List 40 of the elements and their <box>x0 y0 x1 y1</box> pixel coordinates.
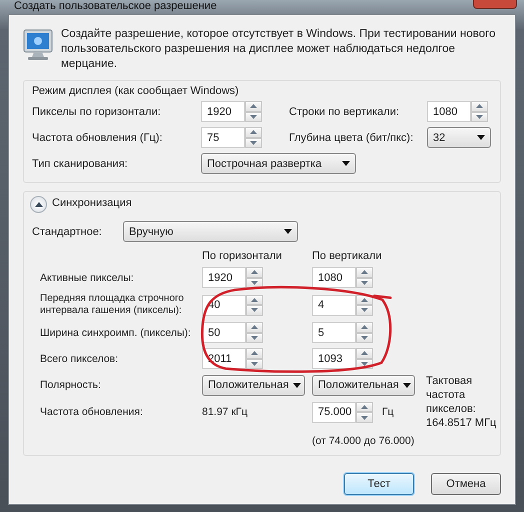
field-label: Частота обновления: <box>40 406 144 418</box>
dropdown[interactable]: 32 <box>427 127 491 148</box>
number-field[interactable]: 4 <box>312 294 356 316</box>
field-label: Пикселы по горизонтали: <box>32 106 162 118</box>
number-field[interactable]: 1920 <box>201 101 245 122</box>
number-field[interactable]: 1080 <box>427 101 471 122</box>
field-label: Стандартное: <box>32 226 103 238</box>
field-label: Полярность: <box>40 379 102 392</box>
field-label: Частота обновления (Гц): <box>32 132 164 144</box>
field-label: Строки по вертикали: <box>289 106 400 118</box>
number-field[interactable]: 50 <box>202 322 246 343</box>
column-header: По горизонтали <box>202 250 283 262</box>
window-title: Создать пользовательское разрешение <box>14 0 217 13</box>
field-label: Глубина цвета (бит/пкс): <box>289 132 414 144</box>
description-text: Создайте разрешение, которое отсутствует в Windows. При тестировании нового пользовательского разрешения на дисплее может наблюдаться недолгое мерцание. <box>61 27 496 72</box>
field-label: Передняя площадка строчного интервала гашения (пикселы): <box>40 293 185 317</box>
unit-label: Гц <box>382 406 394 418</box>
number-field[interactable]: 75 <box>201 127 245 148</box>
number-field[interactable]: 1093 <box>312 348 356 369</box>
value-text: 81.97 кГц <box>202 406 248 418</box>
field-label: Всего пикселов: <box>40 352 120 364</box>
column-header: По вертикали <box>312 250 383 262</box>
dropdown[interactable]: Положительная <box>312 374 415 396</box>
number-field[interactable]: 1920 <box>202 267 246 288</box>
dropdown[interactable]: Положительная <box>202 374 305 396</box>
number-field[interactable]: 5 <box>312 322 356 343</box>
field-label: Тактовая частота пикселов: <box>426 374 477 416</box>
dropdown[interactable]: Построчная развертка <box>201 153 356 174</box>
section-title: Синхронизация <box>52 196 132 208</box>
range-text: (от 74.000 до 76.000) <box>312 435 416 447</box>
dropdown[interactable]: Вручную <box>123 221 298 242</box>
value-text: 164.8517 МГц <box>426 416 498 430</box>
dialog-button[interactable]: Тест <box>344 473 414 495</box>
field-label: Активные пикселы: <box>40 272 135 284</box>
field-label: Тип сканирования: <box>32 158 129 170</box>
number-field[interactable]: 1080 <box>312 267 356 288</box>
field-label: Ширина синхроимп. (пикселы): <box>40 326 192 338</box>
dialog-button[interactable]: Отмена <box>431 473 501 495</box>
group-title: Режим дисплея (как сообщает Windows) <box>32 85 240 97</box>
number-field[interactable]: 75.000 <box>312 402 356 423</box>
